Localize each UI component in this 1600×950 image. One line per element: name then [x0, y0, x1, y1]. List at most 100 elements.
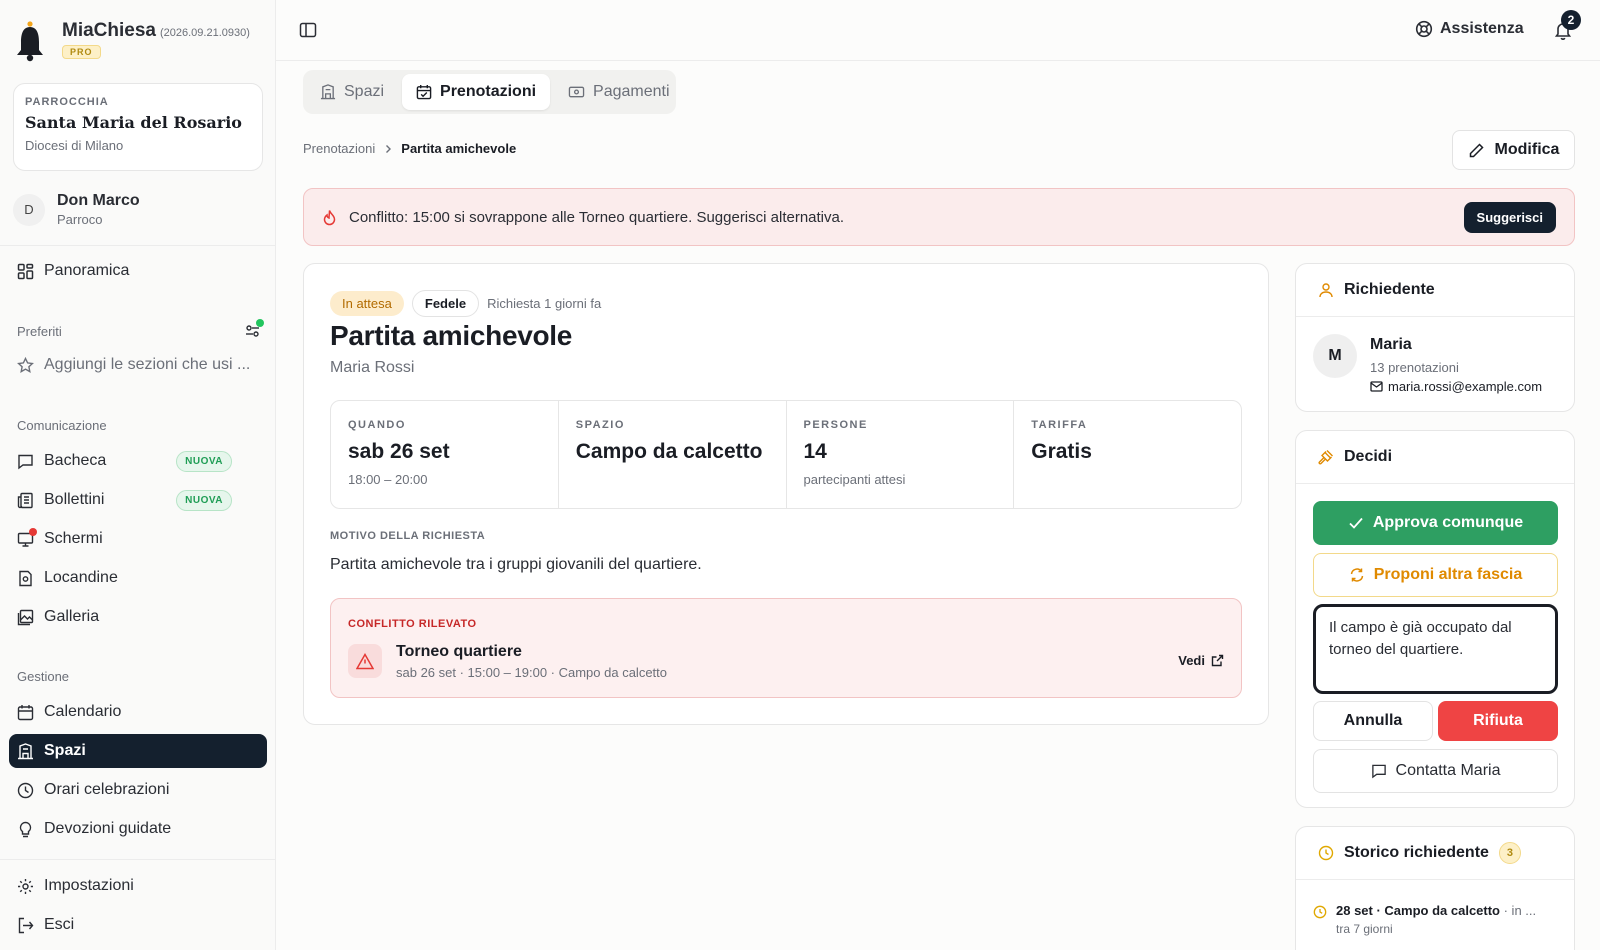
history-item[interactable]: 28 set · Campo da calcetto · in ... tra … [1313, 903, 1536, 936]
role-badge: Fedele [411, 290, 480, 317]
sidebar-item-galleria[interactable]: Galleria [9, 600, 267, 634]
sidebar-item-label: Orari celebrazioni [44, 781, 170, 798]
sidebar-item-impostazioni[interactable]: Impostazioni [9, 869, 267, 903]
history-item-sub: tra 7 giorni [1336, 922, 1393, 936]
favorites-add-hint[interactable]: Aggiungi le sezioni che usi ... [9, 348, 267, 382]
user-profile[interactable]: D Don Marco Parroco [13, 192, 140, 227]
sidebar-item-schermi[interactable]: Schermi [9, 522, 267, 556]
requester-email-row[interactable]: maria.rossi@example.com [1370, 379, 1542, 394]
sidebar-item-label: Locandine [44, 569, 118, 586]
brand[interactable]: MiaChiesa (2026.09.21.0930) PRO [16, 20, 250, 62]
fact-key: QUANDO [348, 419, 406, 431]
conflict-detail: sab 26 set · 15:00 – 19:00 · Campo da ca… [396, 665, 668, 680]
management-section-label: Gestione [17, 669, 70, 684]
sidebar-item-label: Devozioni guidate [44, 820, 172, 837]
calendar-check-icon [416, 84, 432, 100]
notification-count-badge: 2 [1561, 10, 1581, 30]
requester-booking-count: 13 prenotazioni [1370, 360, 1459, 375]
sidebar-item-panoramica[interactable]: Panoramica [9, 254, 267, 288]
chevron-right-icon [386, 144, 392, 153]
help-label: Assistenza [1440, 20, 1524, 37]
rejection-reason-textarea[interactable]: Il campo è già occupato dal torneo del q… [1313, 604, 1558, 694]
building-icon [18, 742, 33, 759]
tab-label: Spazi [344, 83, 385, 100]
message-icon [18, 454, 33, 469]
building-icon [320, 84, 336, 100]
status-dot [256, 319, 264, 327]
requester-history-panel: Storico richiedente 3 28 set · Campo da … [1295, 826, 1575, 950]
sidebar-item-label: Esci [44, 916, 75, 933]
fact-value: 14 [803, 440, 827, 463]
view-conflict-link[interactable]: Vedi [1178, 653, 1224, 668]
message-icon [1371, 764, 1386, 779]
approve-label: Approva comunque [1372, 514, 1524, 531]
sidebar-item-calendario[interactable]: Calendario [9, 695, 267, 729]
parish-diocese: Diocesi di Milano [25, 138, 124, 153]
booking-meta-row: In attesa Fedele Richiesta 1 giorni fa [330, 290, 601, 317]
contact-requester-button[interactable]: Contatta Maria [1313, 749, 1558, 793]
requester-email: maria.rossi@example.com [1388, 379, 1543, 394]
parish-card[interactable]: PARROCCHIA Santa Maria del Rosario Dioce… [13, 83, 263, 171]
refresh-icon [1350, 568, 1363, 582]
suggest-button[interactable]: Suggerisci [1463, 202, 1556, 233]
sidebar-item-label: Galleria [44, 608, 100, 625]
sidebar-toggle-button[interactable] [299, 21, 317, 39]
requester-name: Maria [1370, 336, 1412, 353]
fact-people: PERSONE 14 partecipanti attesi [787, 401, 1015, 508]
tab-spazi[interactable]: Spazi [306, 74, 398, 110]
sidebar-item-devozioni-guidate[interactable]: Devozioni guidate [9, 812, 267, 846]
sidebar-item-spazi[interactable]: Spazi [9, 734, 267, 768]
avatar: D [13, 193, 45, 226]
external-link-icon [1211, 654, 1224, 667]
sidebar-item-label: Bacheca [44, 452, 107, 469]
favorites-settings-button[interactable] [244, 319, 264, 340]
propose-slot-button[interactable]: Proponi altra fascia [1313, 553, 1558, 597]
breadcrumb-parent[interactable]: Prenotazioni [303, 141, 375, 156]
booking-detail-card: In attesa Fedele Richiesta 1 giorni fa P… [303, 263, 1269, 725]
alert-text: Conflitto: 15:00 si sovrappone alle Torn… [349, 208, 845, 226]
sidebar-item-bacheca[interactable]: Bacheca NUOVA [9, 444, 267, 478]
sidebar-item-orari-celebrazioni[interactable]: Orari celebrazioni [9, 773, 267, 807]
topbar: Assistenza 2 [276, 0, 1600, 61]
fact-fee: TARIFFA Gratis [1014, 401, 1241, 508]
conflict-icon-wrap [348, 644, 382, 678]
parish-kicker: PARROCCHIA [25, 96, 109, 108]
gallery-icon [17, 609, 34, 625]
calendar-icon [17, 704, 34, 720]
sidebar-item-locandine[interactable]: Locandine [9, 561, 267, 595]
edit-button[interactable]: Modifica [1452, 130, 1575, 170]
tab-pagamenti[interactable]: Pagamenti [554, 74, 684, 110]
logout-icon [18, 917, 34, 933]
fact-sub: 18:00 – 20:00 [348, 472, 428, 487]
request-age: Richiesta 1 giorni fa [487, 296, 602, 311]
screen-icon [17, 527, 37, 548]
gavel-icon [1318, 450, 1333, 465]
breadcrumb-current: Partita amichevole [401, 141, 517, 156]
tab-prenotazioni[interactable]: Prenotazioni [402, 74, 551, 110]
panel-header: Decidi [1296, 431, 1574, 484]
sidebar-item-esci[interactable]: Esci [9, 908, 267, 942]
contact-label: Contatta Maria [1395, 762, 1501, 779]
sidebar-item-label: Schermi [44, 530, 103, 547]
user-role: Parroco [57, 212, 103, 227]
new-badge: NUOVA [176, 450, 232, 472]
sidebar-item-label: Impostazioni [44, 877, 134, 894]
app-name: MiaChiesa [62, 20, 156, 41]
user-name: Don Marco [57, 192, 140, 209]
propose-label: Proponi altra fascia [1373, 566, 1523, 583]
notifications-button[interactable]: 2 [1554, 10, 1581, 40]
pencil-icon [1469, 142, 1484, 157]
reject-button[interactable]: Rifiuta [1438, 701, 1558, 741]
approve-button[interactable]: Approva comunque [1313, 501, 1558, 545]
star-icon [17, 356, 34, 373]
reason-label: MOTIVO DELLA RICHIESTA [330, 530, 486, 542]
sidebar-item-bollettini[interactable]: Bollettini NUOVA [9, 483, 267, 517]
cancel-button[interactable]: Annulla [1313, 701, 1433, 741]
poster-icon [19, 570, 32, 586]
view-link-label: Vedi [1178, 653, 1205, 668]
decide-panel: Decidi Approva comunque Proponi altra fa… [1295, 430, 1575, 808]
sidebar-item-label: Aggiungi le sezioni che usi ... [44, 356, 251, 373]
newspaper-icon [17, 492, 33, 508]
help-button[interactable]: Assistenza [1415, 20, 1524, 38]
gear-icon [18, 878, 33, 894]
